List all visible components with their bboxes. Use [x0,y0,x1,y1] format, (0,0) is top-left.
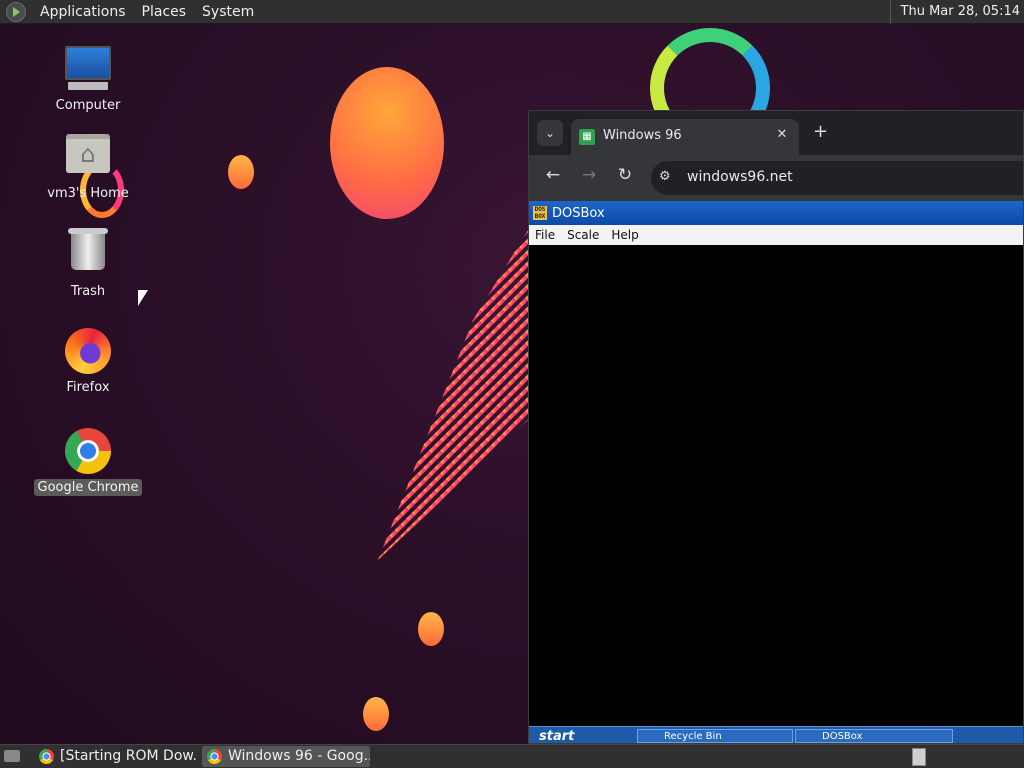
computer-icon [64,46,112,94]
dosbox-menu-help[interactable]: Help [605,228,644,242]
home-folder-icon [64,134,112,182]
taskbar-button-label: [Starting ROM Dow... [60,748,198,764]
desktop-icon-label: Computer [55,98,121,113]
dosbox-screen[interactable] [529,245,1023,727]
taskbar-button-windows96[interactable]: Windows 96 - Goog... [202,746,370,767]
dosbox-icon: DOS BOX [533,206,547,220]
top-panel: Applications Places System Thu Mar 28, 0… [0,0,1024,24]
distro-logo-icon[interactable] [6,1,26,22]
bottom-panel: [Starting ROM Dow... Windows 96 - Goog..… [0,744,1024,768]
tab-windows96[interactable]: ▦ Windows 96 ✕ [571,119,799,155]
address-bar[interactable]: ⚙ windows96.net [651,161,1023,195]
windows96-task-dosbox[interactable]: DOSBox [795,729,953,743]
firefox-icon [64,328,112,376]
wallpaper-small-circle [363,697,389,731]
forward-icon[interactable]: → [577,165,601,185]
show-desktop-icon[interactable] [4,750,20,762]
desktop-icon-home[interactable]: vm3's Home [33,128,143,202]
desktop-icon-label: vm3's Home [47,186,129,201]
taskbar-button-label: Windows 96 - Goog... [228,748,370,764]
dosbox-menu-scale[interactable]: Scale [561,228,605,242]
workspace-switcher[interactable] [912,748,926,766]
tab-strip: ⌄ ▦ Windows 96 ✕ + [529,111,1023,155]
page-content: DOS BOX DOSBox File Scale Help start Rec… [529,201,1023,743]
clock[interactable]: Thu Mar 28, 05:14 [889,0,1020,24]
desktop-icon-label: Trash [70,284,106,299]
url-text[interactable]: windows96.net [687,169,793,185]
dosbox-title: DOSBox [552,205,605,221]
back-icon[interactable]: ← [541,165,565,185]
wallpaper-small-circle [418,612,444,646]
menu-places[interactable]: Places [134,4,195,20]
menu-applications[interactable]: Applications [32,4,134,20]
dosbox-titlebar[interactable]: DOS BOX DOSBox [529,201,1023,225]
wallpaper-orange-circle [330,67,444,219]
site-info-icon[interactable]: ⚙ [659,169,671,184]
reload-icon[interactable]: ↻ [613,165,637,185]
windows96-start-button[interactable]: start [539,729,574,743]
windows96-taskbar: start Recycle Bin DOSBox [529,726,1023,743]
desktop-icon-chrome[interactable]: Google Chrome [33,428,143,496]
mouse-cursor-icon [138,290,148,306]
desktop-icon-label: Firefox [66,380,110,395]
close-tab-icon[interactable]: ✕ [773,127,791,142]
tab-title: Windows 96 [603,128,682,143]
windows96-task-recycle-bin[interactable]: Recycle Bin [637,729,793,743]
dosbox-menu-file[interactable]: File [529,228,561,242]
chrome-icon [64,428,112,476]
menu-system[interactable]: System [194,4,262,20]
chrome-icon [207,749,222,764]
desktop-icon-firefox[interactable]: Firefox [33,328,143,396]
trash-icon [64,228,112,280]
browser-toolbar: ← → ↻ ⚙ windows96.net [529,155,1023,201]
chrome-window[interactable]: ⌄ ▦ Windows 96 ✕ + ← → ↻ ⚙ windows96.net… [528,110,1024,744]
desktop-icon-label: Google Chrome [33,479,143,496]
new-tab-button[interactable]: + [813,121,828,142]
taskbar-button-rom-download[interactable]: [Starting ROM Dow... [34,746,198,767]
windows96-favicon-icon: ▦ [579,129,595,145]
dosbox-menubar: File Scale Help [529,225,1023,246]
chrome-icon [39,749,54,764]
desktop-icon-trash[interactable]: Trash [33,228,143,300]
desktop-icon-computer[interactable]: Computer [33,46,143,114]
tab-search-icon[interactable]: ⌄ [537,120,563,146]
wallpaper-striped-triangle [378,230,528,560]
wallpaper-small-circle [228,155,254,189]
